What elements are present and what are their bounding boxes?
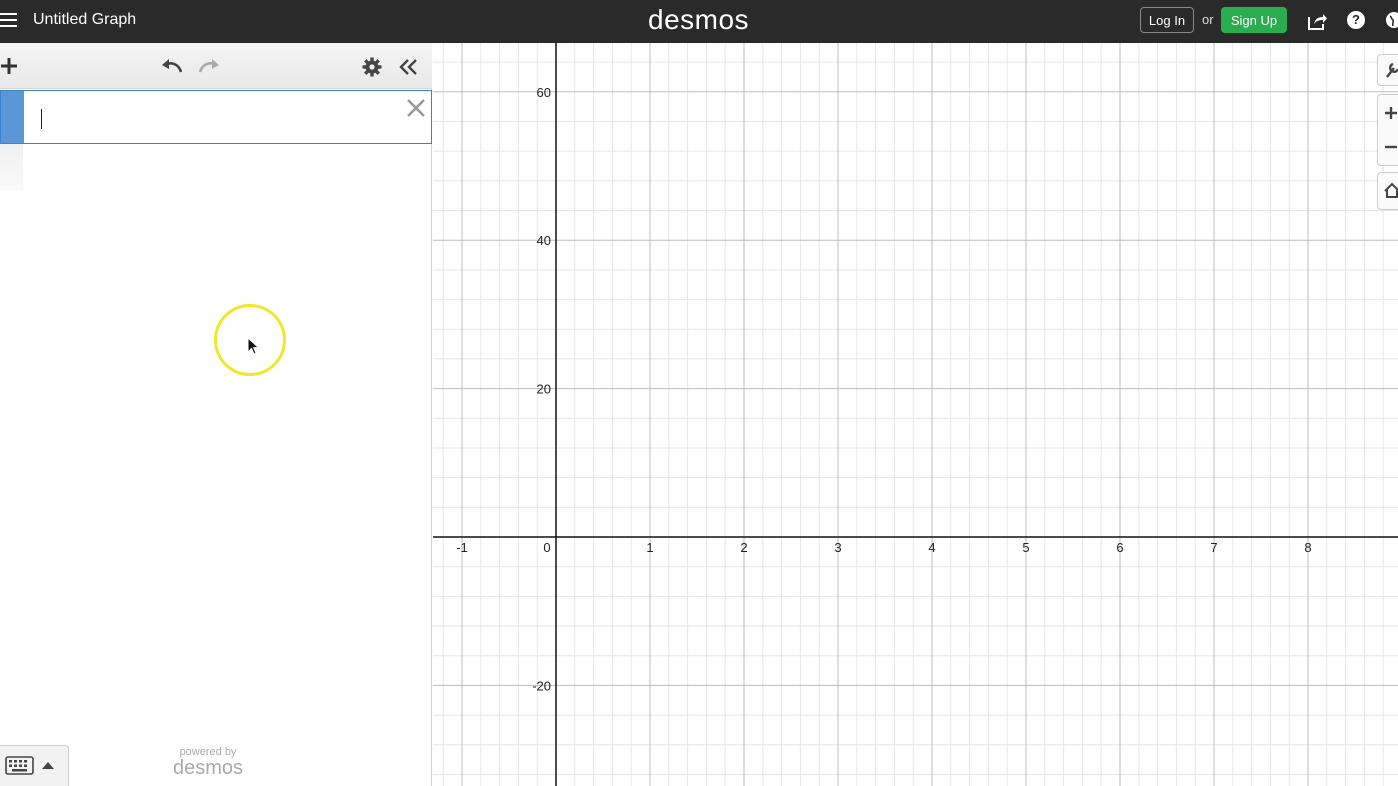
expression-input[interactable] xyxy=(25,91,395,143)
new-expression-slot[interactable] xyxy=(0,144,23,190)
keyboard-icon xyxy=(5,756,34,775)
zoom-out-icon[interactable] xyxy=(1383,133,1398,161)
delete-expression-icon[interactable] xyxy=(405,97,427,119)
graph-canvas[interactable]: -1 0 1 2 3 4 5 6 7 8 60 40 20 -20 xyxy=(433,43,1398,786)
redo-icon[interactable] xyxy=(198,57,220,75)
powered-by-branding: powered by desmos xyxy=(168,746,248,778)
add-item-icon[interactable] xyxy=(0,57,18,75)
tick-label: 20 xyxy=(537,382,551,397)
mouse-pointer-icon xyxy=(247,336,261,357)
tick-label: 1 xyxy=(646,540,653,555)
text-caret xyxy=(41,109,42,129)
or-separator: or xyxy=(1202,12,1214,27)
menu-icon[interactable] xyxy=(0,13,18,29)
graph-title[interactable]: Untitled Graph xyxy=(33,11,136,29)
desmos-app: Untitled Graph desmos Log In or Sign Up … xyxy=(0,0,1398,786)
help-icon[interactable]: ? xyxy=(1347,11,1365,29)
top-header: Untitled Graph desmos Log In or Sign Up … xyxy=(0,0,1398,43)
expression-toolbar xyxy=(0,43,432,89)
expression-panel: powered by desmos xyxy=(0,43,432,786)
tick-label: 4 xyxy=(928,540,935,555)
tick-label: 3 xyxy=(834,540,841,555)
zoom-in-icon[interactable] xyxy=(1383,99,1398,127)
caret-up-icon xyxy=(42,762,54,769)
tick-label: 7 xyxy=(1210,540,1217,555)
undo-icon[interactable] xyxy=(161,57,183,75)
tick-label: 0 xyxy=(543,540,550,555)
signup-button[interactable]: Sign Up xyxy=(1221,7,1287,33)
graph-settings-wrench-icon[interactable] xyxy=(1377,54,1398,86)
login-button[interactable]: Log In xyxy=(1140,7,1194,33)
expression-color-tab[interactable] xyxy=(1,91,24,143)
keyboard-toggle-button[interactable] xyxy=(0,745,69,786)
expression-row[interactable] xyxy=(0,90,432,144)
tick-label: -20 xyxy=(532,678,551,693)
graph-paper[interactable]: -1 0 1 2 3 4 5 6 7 8 60 40 20 -20 xyxy=(433,43,1398,786)
share-icon[interactable] xyxy=(1306,10,1328,32)
tick-label: -1 xyxy=(456,540,468,555)
tick-label: 8 xyxy=(1304,540,1311,555)
powered-brand-logo: desmos xyxy=(172,757,244,779)
tick-label: 60 xyxy=(537,85,551,100)
settings-gear-icon[interactable] xyxy=(362,57,382,77)
tick-label: 40 xyxy=(537,233,551,248)
globe-icon[interactable] xyxy=(1385,11,1398,29)
collapse-panel-icon[interactable] xyxy=(399,58,419,76)
tick-label: 2 xyxy=(740,540,747,555)
zoom-home-icon[interactable] xyxy=(1377,172,1398,210)
zoom-controls xyxy=(1377,94,1398,166)
tick-label: 6 xyxy=(1116,540,1123,555)
tick-label: 5 xyxy=(1022,540,1029,555)
brand-logo: desmos xyxy=(648,4,750,35)
